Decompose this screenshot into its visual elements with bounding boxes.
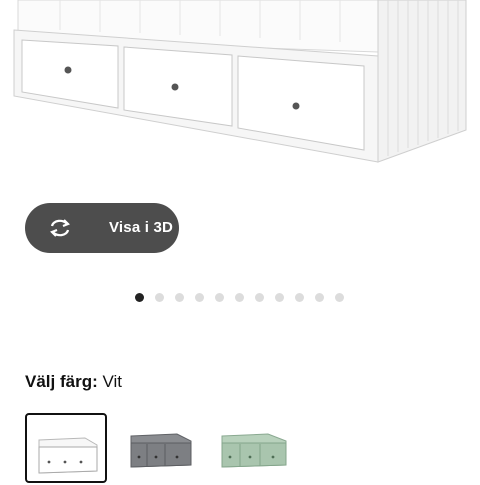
selected-color-value: Vit <box>102 372 123 391</box>
carousel-dot[interactable] <box>155 293 164 302</box>
rotate-3d-icon <box>50 219 70 237</box>
carousel-dot[interactable] <box>215 293 224 302</box>
carousel-dot[interactable] <box>195 293 204 302</box>
swatch-image <box>38 437 98 474</box>
swatch-image <box>221 433 287 468</box>
carousel-dot[interactable] <box>235 293 244 302</box>
view-in-3d-label: Visa i 3D <box>109 219 174 236</box>
color-swatch-white[interactable] <box>25 413 107 483</box>
carousel-dot[interactable] <box>175 293 184 302</box>
carousel-dot[interactable] <box>275 293 284 302</box>
color-swatch-green[interactable] <box>218 413 300 483</box>
carousel-dot[interactable] <box>135 293 144 302</box>
product-image[interactable]: Visa i 3D <box>0 0 480 282</box>
carousel-indicator <box>0 291 480 305</box>
color-picker-label: Välj färg: Vit <box>25 372 122 392</box>
swatch-image <box>130 433 192 468</box>
view-in-3d-button[interactable]: Visa i 3D <box>25 203 179 253</box>
carousel-dot[interactable] <box>255 293 264 302</box>
carousel-dot[interactable] <box>335 293 344 302</box>
color-picker-title: Välj färg: <box>25 372 98 391</box>
carousel-dot[interactable] <box>295 293 304 302</box>
color-swatch-grey[interactable] <box>127 413 209 483</box>
carousel-dot[interactable] <box>315 293 324 302</box>
